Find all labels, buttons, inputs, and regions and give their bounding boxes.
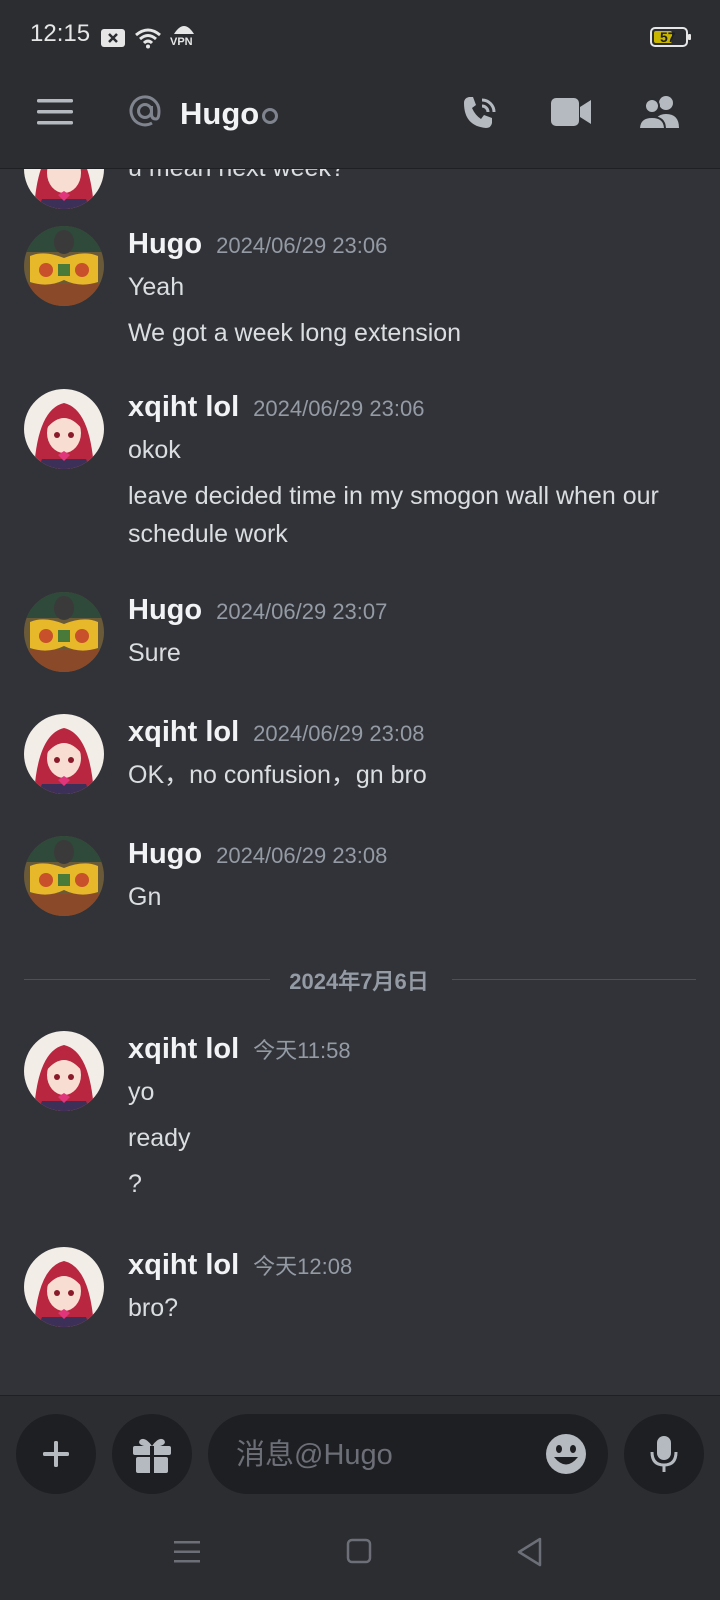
author-name[interactable]: xqiht lol	[128, 716, 239, 748]
graffiti-avatar-image	[24, 836, 104, 916]
message-text: ?	[128, 1170, 142, 1198]
message-text: bro?	[128, 1294, 179, 1322]
back-icon[interactable]	[516, 1537, 544, 1567]
message-timestamp: 2024/06/29 23:06	[253, 396, 425, 421]
anime-avatar-image	[24, 1031, 104, 1111]
anime-avatar-image	[24, 169, 104, 209]
status-icons: VPN	[100, 24, 198, 52]
avatar-hugo[interactable]	[24, 836, 104, 916]
voice-message-button[interactable]	[624, 1414, 704, 1494]
voice-call-icon[interactable]	[460, 94, 500, 134]
message-author[interactable]: xqiht lol 2024/06/29 23:06	[128, 391, 424, 424]
graffiti-avatar-image	[24, 592, 104, 672]
divider-rule-right	[452, 979, 696, 980]
system-navigation-bar	[0, 1505, 720, 1600]
microphone-icon	[650, 1436, 678, 1472]
message-timestamp: 今天12:08	[253, 1254, 353, 1279]
notification-x-icon	[101, 29, 125, 47]
message-timestamp: 2024/06/29 23:06	[216, 233, 388, 258]
message-author[interactable]: xqiht lol 今天11:58	[128, 1033, 351, 1066]
vpn-key-icon	[174, 26, 194, 34]
message-text: schedule work	[128, 520, 288, 548]
recent-apps-icon[interactable]	[174, 1539, 202, 1565]
message-author[interactable]: Hugo 2024/06/29 23:07	[128, 594, 387, 627]
message-list[interactable]: u mean next week? Hugo 2024/06/29 23:06 Y…	[0, 169, 720, 1394]
members-icon[interactable]	[638, 94, 680, 130]
avatar-xqiht[interactable]	[24, 389, 104, 469]
message-timestamp: 2024/06/29 23:07	[216, 599, 388, 624]
message-text: u mean next week?	[128, 169, 345, 187]
gift-icon	[133, 1438, 171, 1473]
message-text: Yeah	[128, 273, 185, 301]
message-input-wrapper[interactable]	[208, 1414, 608, 1494]
channel-title[interactable]: Hugo	[180, 96, 259, 132]
author-name[interactable]: Hugo	[128, 838, 202, 870]
divider-rule-left	[24, 979, 270, 980]
message-timestamp: 2024/06/29 23:08	[216, 843, 388, 868]
at-icon	[129, 95, 161, 127]
avatar-xqiht[interactable]	[24, 169, 104, 209]
wifi-icon	[135, 28, 161, 49]
anime-avatar-image	[24, 1247, 104, 1327]
vpn-indicator: VPN	[170, 24, 198, 52]
channel-header: Hugo	[0, 72, 720, 169]
battery-indicator: 57	[650, 26, 692, 53]
plus-icon	[43, 1441, 69, 1467]
message-text: Sure	[128, 639, 181, 667]
avatar-xqiht[interactable]	[24, 1031, 104, 1111]
message-author[interactable]: Hugo 2024/06/29 23:06	[128, 228, 387, 261]
author-name[interactable]: xqiht lol	[128, 1249, 239, 1281]
menu-icon[interactable]	[37, 98, 75, 126]
battery-level: 57	[660, 29, 676, 45]
vpn-label: VPN	[170, 36, 193, 48]
message-input[interactable]	[234, 1434, 528, 1476]
anime-avatar-image	[24, 389, 104, 469]
message-author[interactable]: Hugo 2024/06/29 23:08	[128, 838, 387, 871]
gift-button[interactable]	[112, 1414, 192, 1494]
avatar-hugo[interactable]	[24, 592, 104, 672]
status-bar: 12:15 VPN 57	[0, 0, 720, 72]
message-text: okok	[128, 436, 181, 464]
date-divider: 2024年7月6日	[24, 964, 696, 994]
message-composer	[0, 1395, 720, 1506]
message-timestamp: 今天11:58	[253, 1038, 351, 1063]
attach-button[interactable]	[16, 1414, 96, 1494]
emoji-icon[interactable]	[544, 1432, 588, 1476]
avatar-xqiht[interactable]	[24, 1247, 104, 1327]
message-timestamp: 2024/06/29 23:08	[253, 721, 425, 746]
graffiti-avatar-image	[24, 226, 104, 306]
avatar-hugo[interactable]	[24, 226, 104, 306]
avatar-xqiht[interactable]	[24, 714, 104, 794]
message-text: ready	[128, 1124, 191, 1152]
anime-avatar-image	[24, 714, 104, 794]
author-name[interactable]: Hugo	[128, 228, 202, 260]
message-text: Gn	[128, 883, 162, 911]
video-call-icon[interactable]	[550, 96, 592, 128]
message-text: yo	[128, 1078, 155, 1106]
message-author[interactable]: xqiht lol 2024/06/29 23:08	[128, 716, 424, 749]
message-author[interactable]: xqiht lol 今天12:08	[128, 1249, 352, 1282]
author-name[interactable]: xqiht lol	[128, 1033, 239, 1065]
date-divider-label: 2024年7月6日	[289, 969, 429, 994]
message-text: We got a week long extension	[128, 319, 462, 347]
offline-status-dot	[262, 108, 278, 124]
message-text: leave decided time in my smogon wall whe…	[128, 482, 659, 510]
status-time: 12:15	[30, 20, 91, 47]
message-text: OK，no confusion，gn bro	[128, 761, 427, 789]
home-icon[interactable]	[346, 1538, 374, 1566]
author-name[interactable]: Hugo	[128, 594, 202, 626]
author-name[interactable]: xqiht lol	[128, 391, 239, 423]
